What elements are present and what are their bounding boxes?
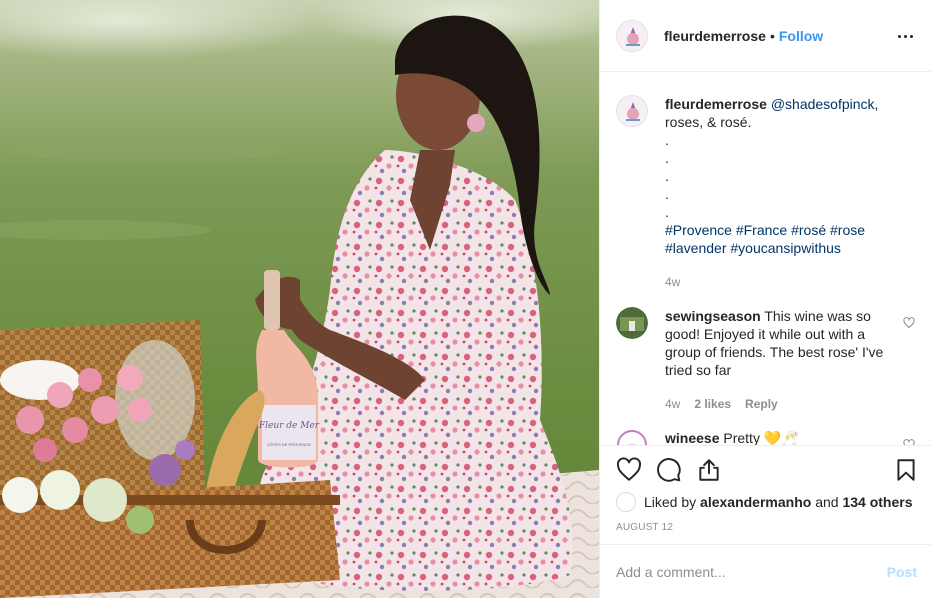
liker-avatar[interactable] [616,492,636,512]
caption-dot: . [665,132,669,148]
likes-others-link[interactable]: 134 others [842,494,912,510]
comments-list[interactable]: fleurdemerrose @shadesofpinck, roses, & … [600,73,931,445]
comment-age[interactable]: 4w [665,395,680,413]
caption-dot: . [665,168,669,184]
comment-likes[interactable]: 2 likes [694,395,731,413]
comment-input[interactable] [616,563,866,580]
comment-meta: 4w 2 likes Reply [665,395,895,413]
share-icon[interactable] [696,457,722,483]
hashtag-link[interactable]: #France [736,222,787,238]
caption-dot: . [665,204,669,220]
likes-connector: and [815,494,839,510]
commenter-avatar[interactable] [616,307,648,339]
bottle-sublabel: CÔTES DE PROVENCE [267,442,311,447]
caption-dot: . [665,150,669,166]
liker-username[interactable]: alexandermanho [700,494,811,510]
caption-meta: 4w [665,273,895,291]
avatar-photo-icon [616,307,648,339]
bottle-label: Fleur de Mer [258,421,320,431]
caption-avatar[interactable] [616,95,648,127]
comment-item: sewingseason This wine was so good! Enjo… [616,307,915,413]
bookmark-icon[interactable] [893,457,919,483]
likes-summary: Liked by alexandermanho and 134 others [616,492,919,512]
caption-body: fleurdemerrose @shadesofpinck, roses, & … [665,95,895,291]
caption-dot: . [665,186,669,202]
post-comment-button[interactable]: Post [887,564,917,580]
comment-username[interactable]: wineese [665,430,719,445]
hashtag-link[interactable]: #rose [830,222,865,238]
caption: fleurdemerrose @shadesofpinck, roses, & … [616,95,915,291]
caption-comma: , [874,96,879,112]
brand-logo-icon [617,96,647,126]
comment-icon[interactable] [656,457,682,483]
hashtag-link[interactable]: #Provence [665,222,732,238]
comment-username[interactable]: sewingseason [665,308,761,324]
commenter-avatar[interactable]: W [616,429,648,445]
caption-mention[interactable]: @shadesofpinck [771,96,875,112]
caption-username[interactable]: fleurdemerrose [665,96,767,112]
picnic-photo-illustration: Fleur de Mer CÔTES DE PROVENCE [0,0,599,598]
hashtag-link[interactable]: #rosé [791,222,826,238]
hashtag-link[interactable]: #youcansipwithus [730,240,841,256]
heart-icon[interactable] [616,456,642,483]
instagram-post-modal: Fleur de Mer CÔTES DE PROVENCE fleurdeme… [0,0,931,598]
action-bar [600,445,931,493]
caption-line2: roses, & rosé. [665,114,752,130]
comment-body: wineese Pretty 💛🥂 [665,429,895,445]
header-separator: • [769,27,775,44]
comment-text: Pretty 💛🥂 [723,430,799,445]
brand-logo-icon [617,20,647,51]
post-header: fleurdemerrose • Follow [600,0,931,72]
likes-prefix: Liked by [644,494,697,510]
avatar[interactable] [616,19,648,52]
hashtag-link[interactable]: #lavender [665,240,727,256]
more-options-icon[interactable] [893,24,917,48]
avatar-ring-icon: W [617,430,647,445]
add-comment-bar: Post [600,544,931,598]
comment-item: W wineese Pretty 💛🥂 [616,429,915,445]
reply-button[interactable]: Reply [745,395,778,413]
post-date[interactable]: AUGUST 12 [616,522,673,533]
follow-button[interactable]: Follow [779,28,823,44]
comment-body: sewingseason This wine was so good! Enjo… [665,307,895,413]
comment-like-heart-icon[interactable] [903,317,915,329]
post-sidebar: fleurdemerrose • Follow fleurdemerrose @… [599,0,931,598]
header-username[interactable]: fleurdemerrose [664,28,766,44]
caption-age[interactable]: 4w [665,273,680,291]
post-photo[interactable]: Fleur de Mer CÔTES DE PROVENCE [0,0,599,598]
